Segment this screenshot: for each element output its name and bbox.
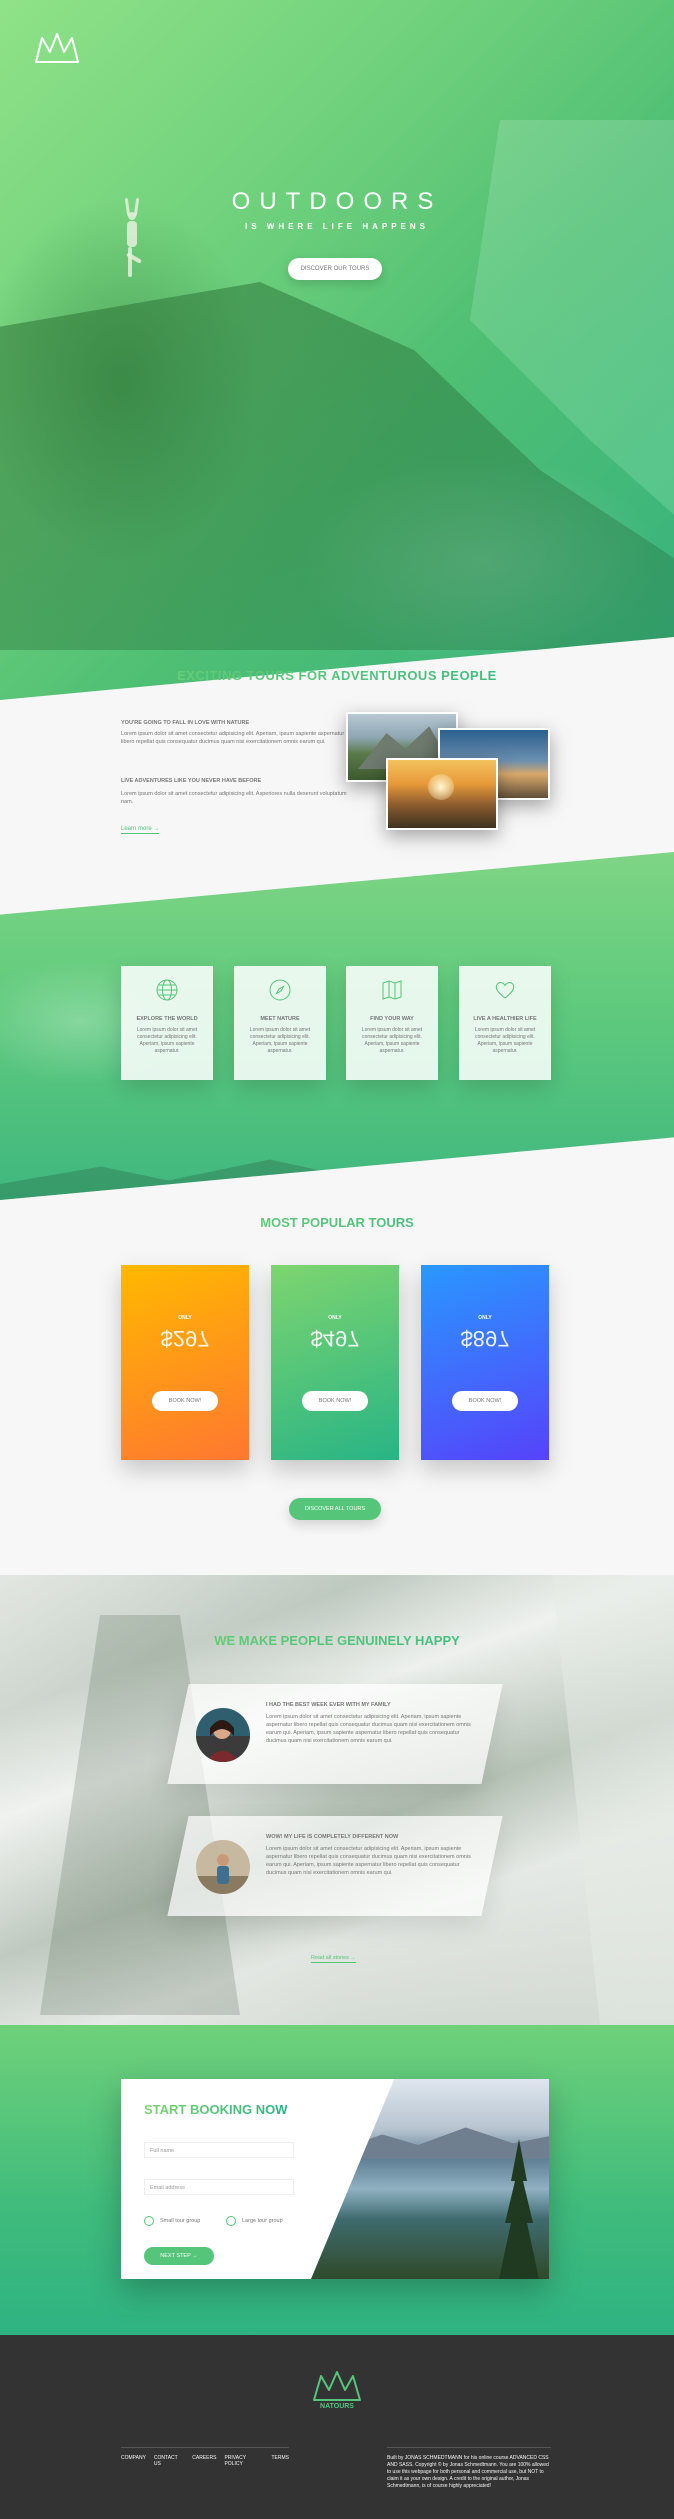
feature-title: EXPLORE THE WORLD (136, 1016, 198, 1022)
about-photo-2[interactable] (386, 758, 498, 830)
learn-more-link[interactable]: Learn more → (121, 826, 160, 834)
footer-link-terms[interactable]: TERMS (272, 2455, 290, 2467)
feature-title: MEET NATURE (260, 1016, 300, 1022)
tour-price: $897 (460, 1326, 510, 1351)
large-group-radio[interactable] (226, 2216, 236, 2226)
about-text-2: Lorem ipsum dolor sit amet consectetur a… (121, 791, 347, 805)
discover-tours-button[interactable]: DISCOVER OUR TOURS (288, 258, 382, 280)
hero-title: OUTDOORS (231, 188, 443, 215)
small-group-radio[interactable] (144, 2216, 154, 2226)
avatar (196, 1840, 250, 1894)
book-now-button[interactable]: BOOK NOW! (452, 1391, 518, 1411)
story-text: Lorem ipsum dolor sit amet consectetur a… (266, 1846, 471, 1876)
footer-link-careers[interactable]: CAREERS (192, 2455, 216, 2467)
story-heading: I HAD THE BEST WEEK EVER WITH MY FAMILY (266, 1702, 391, 1708)
booking-image (311, 2079, 549, 2279)
stories-section-title: WE MAKE PEOPLE GENUINELY HAPPY (0, 1633, 674, 1648)
feature-text: Lorem ipsum dolor sit amet consectetur a… (249, 1027, 311, 1054)
book-now-button[interactable]: BOOK NOW! (152, 1391, 218, 1411)
compass-icon (268, 978, 292, 1002)
hero-subtitle: IS WHERE LIFE HAPPENS (244, 222, 429, 231)
feature-card: MEET NATURE Lorem ipsum dolor sit amet c… (234, 966, 326, 1080)
feature-title: FIND YOUR WAY (370, 1016, 414, 1022)
about-section-title: EXCITING TOURS FOR ADVENTUROUS PEOPLE (0, 668, 674, 683)
globe-icon (155, 978, 179, 1002)
small-group-label: Small tour group (160, 2218, 201, 2224)
next-step-button[interactable]: NEXT STEP → (144, 2247, 214, 2265)
footer-link-privacy[interactable]: PRIVACY POLICY (224, 2455, 263, 2467)
booking-card: START BOOKING NOW Full name Email addres… (121, 2079, 549, 2279)
story-card: WOW! MY LIFE IS COMPLETELY DIFFERENT NOW… (167, 1816, 503, 1916)
footer-brand: NATOURS (320, 2403, 354, 2410)
full-name-input[interactable]: Full name (144, 2142, 294, 2160)
tour-only-label: ONLY (478, 1315, 492, 1321)
about-text-1: Lorem ipsum dolor sit amet consectetur a… (121, 731, 345, 745)
story-heading: WOW! MY LIFE IS COMPLETELY DIFFERENT NOW (266, 1834, 399, 1840)
tour-card[interactable]: ONLY $897 BOOK NOW! (421, 1265, 549, 1460)
tour-only-label: ONLY (328, 1315, 342, 1321)
footer-link-contact[interactable]: CONTACT US (154, 2455, 184, 2467)
feature-card: EXPLORE THE WORLD Lorem ipsum dolor sit … (121, 966, 213, 1080)
feature-text: Lorem ipsum dolor sit amet consectetur a… (361, 1027, 423, 1054)
tour-only-label: ONLY (178, 1315, 192, 1321)
heart-icon (493, 978, 517, 1002)
booking-title: START BOOKING NOW (144, 2102, 288, 2117)
feature-card: FIND YOUR WAY Lorem ipsum dolor sit amet… (346, 966, 438, 1080)
map-icon (380, 978, 404, 1002)
footer-copyright: Built by JONAS SCHMEDTMANN for his onlin… (387, 2447, 551, 2490)
avatar (196, 1708, 250, 1762)
stories-bg-cliff (40, 1615, 240, 2015)
page: OUTDOORS IS WHERE LIFE HAPPENS DISCOVER … (0, 0, 674, 2519)
logo[interactable] (32, 32, 82, 66)
feature-card: LIVE A HEALTHIER LIFE Lorem ipsum dolor … (459, 966, 551, 1080)
tour-card[interactable]: ONLY $497 BOOK NOW! (271, 1265, 399, 1460)
about-heading-1: YOU'RE GOING TO FALL IN LOVE WITH NATURE (121, 720, 250, 726)
feature-title: LIVE A HEALTHIER LIFE (473, 1016, 537, 1022)
footer-link-company[interactable]: COMPANY (121, 2455, 146, 2467)
large-group-label: Large tour group (242, 2218, 283, 2224)
tour-price: $497 (310, 1326, 360, 1351)
tour-price: $297 (160, 1326, 210, 1351)
email-input[interactable]: Email address (144, 2179, 294, 2197)
features-mountains (0, 1159, 674, 1200)
footer-nav: COMPANY CONTACT US CAREERS PRIVACY POLIC… (121, 2447, 289, 2467)
read-all-stories-link[interactable]: Read all stories → (311, 1955, 356, 1963)
tours-section-title: MOST POPULAR TOURS (0, 1215, 674, 1230)
feature-text: Lorem ipsum dolor sit amet consectetur a… (474, 1027, 536, 1054)
story-card: I HAD THE BEST WEEK EVER WITH MY FAMILY … (167, 1684, 503, 1784)
book-now-button[interactable]: BOOK NOW! (302, 1391, 368, 1411)
story-text: Lorem ipsum dolor sit amet consectetur a… (266, 1714, 471, 1744)
feature-text: Lorem ipsum dolor sit amet consectetur a… (136, 1027, 198, 1054)
about-heading-2: LIVE ADVENTURES LIKE YOU NEVER HAVE BEFO… (121, 778, 262, 784)
tour-card[interactable]: ONLY $297 BOOK NOW! (121, 1265, 249, 1460)
features-section (0, 852, 674, 1200)
footer: NATOURS COMPANY CONTACT US CAREERS PRIVA… (0, 2335, 674, 2519)
discover-all-tours-button[interactable]: DISCOVER ALL TOURS (289, 1498, 381, 1520)
hero-section: OUTDOORS IS WHERE LIFE HAPPENS DISCOVER … (0, 0, 674, 700)
